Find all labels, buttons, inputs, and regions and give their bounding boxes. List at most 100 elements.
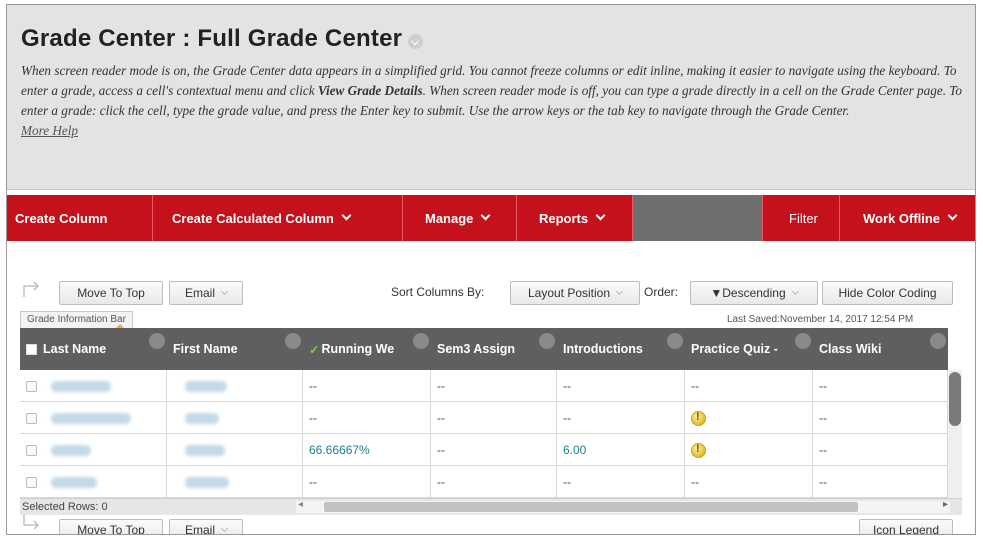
- filter-button[interactable]: Filter: [763, 195, 840, 241]
- email-dropdown[interactable]: Email: [169, 281, 243, 305]
- vertical-scrollbar-thumb[interactable]: [949, 372, 961, 426]
- grade-cell[interactable]: --: [557, 466, 685, 498]
- manage-label: Manage: [425, 210, 474, 226]
- last-name-cell[interactable]: [20, 402, 167, 434]
- grid-header-row: Last Name First Name ✓ Running We Sem3 A…: [20, 328, 948, 370]
- last-name-cell[interactable]: [20, 466, 167, 498]
- grade-cell[interactable]: --: [813, 402, 948, 434]
- reports-button[interactable]: Reports: [517, 195, 633, 241]
- grade-cell[interactable]: --: [685, 370, 813, 402]
- last-name-cell[interactable]: [20, 434, 167, 466]
- column-header-label: Last Name: [43, 342, 107, 356]
- grade-cell[interactable]: --: [685, 466, 813, 498]
- column-options-icon[interactable]: [413, 333, 429, 349]
- grade-cell[interactable]: --: [431, 402, 557, 434]
- grade-cell[interactable]: --: [431, 466, 557, 498]
- grade-cell[interactable]: --: [303, 370, 431, 402]
- select-all-checkbox[interactable]: [26, 343, 37, 355]
- column-header-class-wiki[interactable]: Class Wiki: [813, 328, 948, 370]
- chevron-down-icon: [791, 287, 799, 295]
- title-options-chevron-icon[interactable]: [408, 33, 424, 49]
- first-name-cell[interactable]: [167, 370, 303, 402]
- column-options-icon[interactable]: [149, 333, 165, 349]
- redacted-name: [51, 444, 91, 456]
- column-header-first-name[interactable]: First Name: [167, 328, 303, 370]
- column-header-label: Introductions: [563, 342, 643, 356]
- table-row: -- -- -- -- --: [20, 466, 948, 498]
- grade-cell[interactable]: [685, 434, 813, 466]
- create-column-button[interactable]: Create Column: [7, 195, 153, 241]
- email-dropdown-bottom[interactable]: Email: [169, 519, 243, 534]
- grade-cell[interactable]: --: [813, 370, 948, 402]
- page-title: Grade Center : Full Grade Center: [21, 25, 403, 52]
- redacted-name: [185, 476, 229, 488]
- table-row: 66.66667% -- 6.00 --: [20, 434, 948, 466]
- needs-grading-warning-icon: [691, 410, 706, 426]
- column-options-icon[interactable]: [539, 333, 555, 349]
- column-header-practice-quiz[interactable]: Practice Quiz -: [685, 328, 813, 370]
- column-header-label: Running We: [321, 342, 395, 356]
- grade-cell[interactable]: --: [431, 370, 557, 402]
- create-calculated-column-button[interactable]: Create Calculated Column: [153, 195, 403, 241]
- order-select[interactable]: ▼Descending: [690, 281, 818, 305]
- grade-cell[interactable]: [685, 402, 813, 434]
- row-checkbox[interactable]: [26, 476, 37, 488]
- row-checkbox[interactable]: [26, 444, 37, 456]
- first-name-cell[interactable]: [167, 466, 303, 498]
- column-header-last-name[interactable]: Last Name: [20, 328, 167, 370]
- column-options-icon[interactable]: [795, 333, 811, 349]
- column-header-label: Class Wiki: [819, 342, 882, 356]
- sort-columns-by-select[interactable]: Layout Position: [510, 281, 640, 305]
- sort-columns-by-value: Layout Position: [527, 286, 611, 300]
- column-options-icon[interactable]: [930, 333, 946, 349]
- row-checkbox[interactable]: [26, 380, 37, 392]
- column-options-icon[interactable]: [285, 333, 301, 349]
- grade-information-bar-label: Grade Information Bar: [27, 314, 126, 325]
- order-label: Order:: [644, 285, 679, 299]
- grade-cell[interactable]: 6.00: [557, 434, 685, 466]
- grade-cell[interactable]: --: [303, 466, 431, 498]
- manage-button[interactable]: Manage: [403, 195, 517, 241]
- first-name-cell[interactable]: [167, 434, 303, 466]
- column-header-introductions[interactable]: Introductions: [557, 328, 685, 370]
- redacted-name: [51, 412, 131, 424]
- grade-cell[interactable]: --: [557, 402, 685, 434]
- grid-body: -- -- -- -- -- -- -- -- -- 66.66667% -- …: [20, 370, 948, 498]
- grade-cell[interactable]: 66.66667%: [303, 434, 431, 466]
- column-options-icon[interactable]: [667, 333, 683, 349]
- move-to-top-button[interactable]: Move To Top: [59, 281, 163, 305]
- column-header-running-total[interactable]: ✓ Running We: [303, 328, 431, 370]
- filter-label: Filter: [789, 210, 818, 226]
- column-header-label: Sem3 Assign: [437, 342, 516, 356]
- up-arrow-icon: [23, 515, 39, 530]
- hide-color-coding-button[interactable]: Hide Color Coding: [822, 281, 953, 305]
- help-text: When screen reader mode is on, the Grade…: [21, 61, 966, 141]
- scroll-right-icon[interactable]: ▸: [943, 499, 948, 510]
- work-offline-label: Work Offline: [863, 210, 941, 226]
- scroll-left-icon[interactable]: ◂: [298, 499, 303, 510]
- page-header: Grade Center : Full Grade Center When sc…: [7, 5, 975, 190]
- reports-label: Reports: [539, 210, 589, 226]
- grade-cell[interactable]: --: [431, 434, 557, 466]
- work-offline-button[interactable]: Work Offline: [840, 195, 975, 241]
- last-name-cell[interactable]: [20, 370, 167, 402]
- vertical-scrollbar[interactable]: [948, 370, 962, 498]
- horizontal-scrollbar-thumb[interactable]: [324, 502, 858, 512]
- grade-center-frame: Grade Center : Full Grade Center When sc…: [6, 4, 976, 535]
- column-header-label: Practice Quiz -: [691, 342, 778, 356]
- column-header-sem3-assign[interactable]: Sem3 Assign: [431, 328, 557, 370]
- first-name-cell[interactable]: [167, 402, 303, 434]
- grade-cell[interactable]: --: [557, 370, 685, 402]
- redacted-name: [185, 380, 227, 392]
- grade-cell[interactable]: --: [813, 434, 948, 466]
- help-text-bold: View Grade Details: [317, 83, 423, 98]
- order-value: ▼Descending: [710, 286, 786, 300]
- icon-legend-button[interactable]: Icon Legend: [859, 519, 953, 534]
- move-to-top-button-bottom[interactable]: Move To Top: [59, 519, 163, 534]
- more-help-link[interactable]: More Help: [21, 123, 78, 138]
- row-checkbox[interactable]: [26, 412, 37, 424]
- grade-cell[interactable]: --: [303, 402, 431, 434]
- sort-columns-by-label: Sort Columns By:: [391, 285, 485, 299]
- horizontal-scrollbar[interactable]: ◂ ▸: [296, 499, 950, 513]
- grade-cell[interactable]: --: [813, 466, 948, 498]
